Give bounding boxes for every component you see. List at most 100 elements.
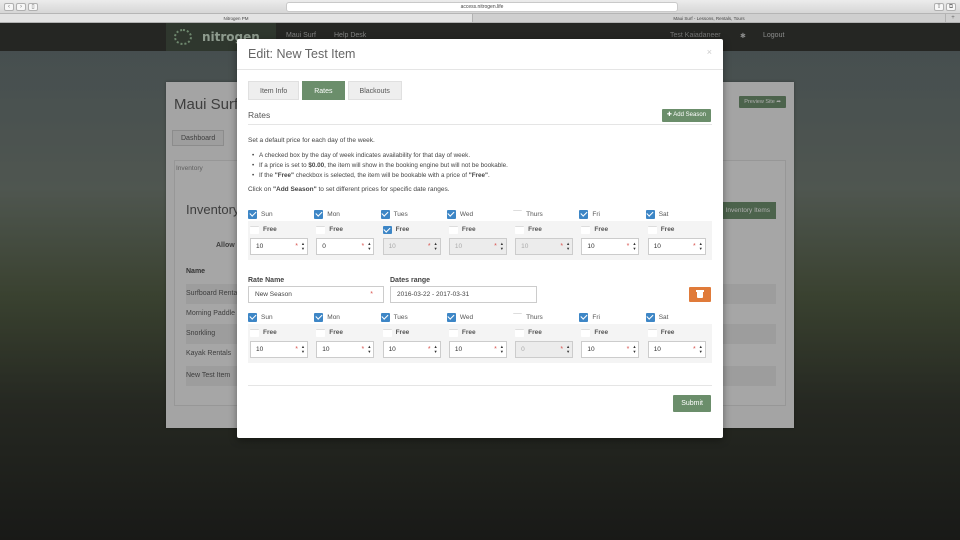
share-icon[interactable]: ⇧ [934,3,944,11]
address-bar[interactable]: access.nitrogen.life [286,2,678,12]
submit-button[interactable]: Submit [673,395,711,412]
tab-maui-surf[interactable]: Maui Surf - Lessons, Rentals, Tours [473,14,946,22]
free-toggle[interactable]: Free [647,224,712,235]
day-toggle-thurs[interactable]: Thurs [513,207,579,221]
stepper-icon[interactable]: ▲ ▼ [632,344,636,354]
add-season-button[interactable]: ✚ Add Season [661,109,711,122]
day-toggle-thurs[interactable]: Thurs [513,310,579,324]
day-toggle-wed[interactable]: Wed [446,310,513,324]
tab-item-info[interactable]: Item Info [248,81,300,100]
free-checkbox[interactable] [581,328,591,337]
free-checkbox[interactable] [448,328,458,337]
stepper-icon[interactable]: ▲ ▼ [699,344,703,354]
price-input[interactable]: 10 * ▲ ▼ [581,238,640,255]
free-toggle[interactable]: Free [382,327,447,338]
close-icon[interactable]: × [707,47,712,57]
free-toggle[interactable]: Free [515,224,579,235]
free-toggle[interactable]: Free [316,327,380,338]
day-checkbox[interactable] [314,312,324,322]
stepper-icon[interactable]: ▲ ▼ [566,241,570,251]
stepper-icon[interactable]: ▲ ▼ [699,241,703,251]
day-checkbox[interactable] [380,209,390,219]
day-toggle-tues[interactable]: Tues [380,207,447,221]
day-checkbox[interactable] [513,209,523,219]
free-toggle[interactable]: Free [382,224,447,235]
day-checkbox[interactable] [248,209,257,219]
day-checkbox[interactable] [248,312,257,322]
day-toggle-mon[interactable]: Mon [314,207,380,221]
free-toggle[interactable]: Free [647,327,712,338]
stepper-icon[interactable]: ▲ ▼ [500,241,504,251]
day-toggle-mon[interactable]: Mon [314,310,380,324]
stepper-icon[interactable]: ▲ ▼ [566,344,570,354]
day-checkbox[interactable] [645,312,655,322]
stepper-icon[interactable]: ▲ ▼ [367,241,371,251]
day-toggle-sat[interactable]: Sat [645,207,712,221]
tab-rates[interactable]: Rates [302,81,345,100]
price-input[interactable]: 10 * ▲ ▼ [647,238,706,255]
free-checkbox[interactable] [647,225,657,234]
day-toggle-tues[interactable]: Tues [380,310,447,324]
day-label: Sun [261,313,273,321]
price-input[interactable]: 10 * ▲ ▼ [448,341,507,358]
free-checkbox[interactable] [581,225,591,234]
free-toggle[interactable]: Free [316,224,380,235]
day-checkbox[interactable] [579,312,589,322]
tab-nitrogen[interactable]: Nitrogen PM [0,14,473,22]
new-tab-icon[interactable]: + [946,14,960,22]
day-toggle-sun[interactable]: Sun [248,207,314,221]
free-toggle[interactable]: Free [250,327,314,338]
day-toggle-fri[interactable]: Fri [579,310,645,324]
stepper-icon[interactable]: ▲ ▼ [367,344,371,354]
day-checkbox[interactable] [513,312,523,322]
price-input[interactable]: 10 * ▲ ▼ [581,341,640,358]
day-toggle-sun[interactable]: Sun [248,310,314,324]
stepper-icon[interactable]: ▲ ▼ [632,241,636,251]
free-toggle[interactable]: Free [250,224,314,235]
day-toggle-wed[interactable]: Wed [446,207,513,221]
day-checkbox[interactable] [645,209,655,219]
price-input[interactable]: 10 * ▲ ▼ [250,238,308,255]
stepper-icon[interactable]: ▲ ▼ [434,241,438,251]
dates-range-input[interactable]: 2016-03-22 - 2017-03-31 [390,286,537,303]
free-toggle[interactable]: Free [448,224,513,235]
free-checkbox[interactable] [250,328,259,337]
day-checkbox[interactable] [446,209,456,219]
tab-blackouts[interactable]: Blackouts [347,81,402,100]
free-checkbox[interactable] [448,225,458,234]
free-checkbox[interactable] [250,225,259,234]
stepper-icon[interactable]: ▲ ▼ [500,344,504,354]
day-checkbox[interactable] [579,209,589,219]
sidebar-icon[interactable]: ▯ [28,3,38,11]
price-input[interactable]: 10 * ▲ ▼ [382,341,441,358]
tabs-icon[interactable]: ⧉ [946,3,956,11]
free-toggle[interactable]: Free [581,224,645,235]
free-checkbox[interactable] [382,225,392,234]
stepper-icon[interactable]: ▲ ▼ [301,241,305,251]
back-icon[interactable]: ‹ [4,3,14,11]
day-checkbox[interactable] [380,312,390,322]
free-toggle[interactable]: Free [515,327,579,338]
free-toggle[interactable]: Free [581,327,645,338]
free-toggle[interactable]: Free [448,327,513,338]
free-checkbox[interactable] [382,328,392,337]
free-checkbox[interactable] [647,328,657,337]
forward-icon[interactable]: › [16,3,26,11]
stepper-icon[interactable]: ▲ ▼ [434,344,438,354]
rate-name-input[interactable]: New Season * [248,286,384,303]
free-checkbox[interactable] [316,225,326,234]
price-input[interactable]: 0 * ▲ ▼ [316,238,375,255]
day-toggle-fri[interactable]: Fri [579,207,645,221]
stepper-icon[interactable]: ▲ ▼ [301,344,305,354]
price-input[interactable]: 10 * ▲ ▼ [316,341,375,358]
day-toggle-sat[interactable]: Sat [645,310,712,324]
price-input[interactable]: 10 * ▲ ▼ [647,341,706,358]
free-checkbox[interactable] [316,328,326,337]
day-checkbox[interactable] [314,209,324,219]
free-checkbox[interactable] [515,225,525,234]
delete-season-button[interactable] [689,287,711,302]
plus-icon: ✚ [666,112,672,118]
free-checkbox[interactable] [515,328,525,337]
price-input[interactable]: 10 * ▲ ▼ [250,341,308,358]
day-checkbox[interactable] [446,312,456,322]
